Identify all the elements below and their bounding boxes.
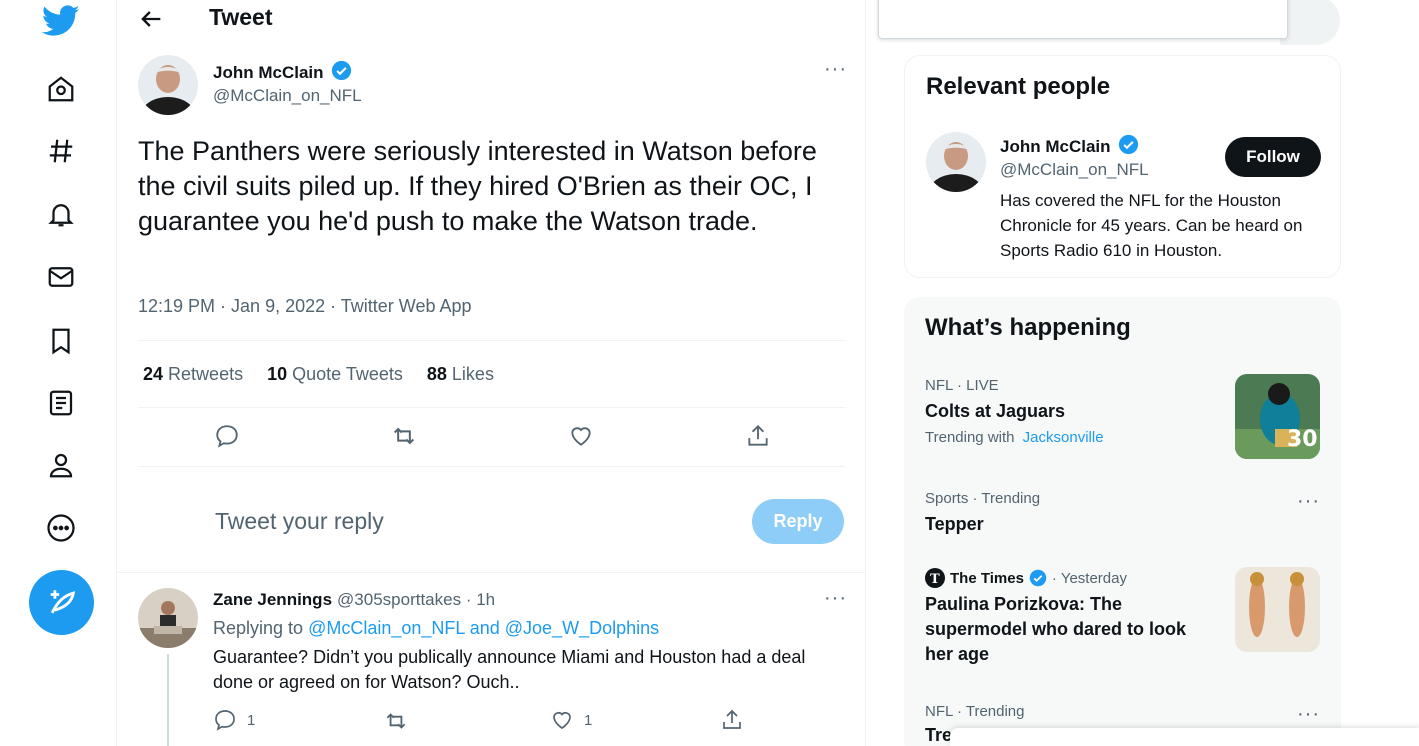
trend-item[interactable]: Sports · Trending Tepper bbox=[925, 490, 1040, 537]
reply-author-name[interactable]: Zane Jennings bbox=[213, 590, 332, 609]
retweets-stat[interactable]: 24 Retweets bbox=[143, 364, 243, 385]
reply-like-action[interactable]: 1 bbox=[550, 708, 592, 732]
like-heart-icon bbox=[550, 708, 574, 732]
trend-more-icon[interactable]: ··· bbox=[1297, 703, 1320, 726]
more-circle-icon[interactable] bbox=[40, 507, 82, 549]
replying-to-links[interactable]: @McClain_on_NFL and @Joe_W_Dolphins bbox=[308, 618, 659, 638]
profile-icon[interactable] bbox=[40, 444, 82, 486]
compose-tweet-button[interactable] bbox=[29, 570, 94, 635]
tweet-meta[interactable]: 12:19 PM · Jan 9, 2022 · Twitter Web App bbox=[138, 296, 472, 317]
like-heart-icon[interactable] bbox=[566, 421, 596, 451]
follow-button[interactable]: Follow bbox=[1225, 137, 1321, 177]
home-icon[interactable] bbox=[40, 68, 82, 110]
tweet-stats: 24 Retweets 10 Quote Tweets 88 Likes bbox=[143, 364, 494, 385]
divider bbox=[138, 340, 845, 341]
whats-happening-title: What’s happening bbox=[925, 314, 1131, 341]
trend-category: NFL · Trending bbox=[925, 703, 1025, 720]
divider bbox=[138, 407, 845, 408]
trend-category: Sports · Trending bbox=[925, 490, 1041, 507]
quotes-stat[interactable]: 10 Quote Tweets bbox=[267, 364, 403, 385]
verified-badge-icon bbox=[1118, 134, 1139, 155]
reply-text: Guarantee? Didn’t you publically announc… bbox=[213, 647, 806, 692]
trend-title: Colts at Jaguars bbox=[925, 401, 1066, 421]
relevant-people-title: Relevant people bbox=[926, 73, 1111, 100]
trend-more-icon[interactable]: ··· bbox=[1297, 490, 1320, 513]
trend-link[interactable]: Jacksonville bbox=[1023, 429, 1104, 446]
trend-time: · Yesterday bbox=[1051, 569, 1127, 587]
explore-hashtag-icon[interactable] bbox=[40, 130, 82, 172]
the-times-logo-icon: T bbox=[925, 568, 945, 588]
retweet-icon[interactable] bbox=[383, 708, 409, 734]
tweet-more-icon[interactable]: ··· bbox=[824, 58, 847, 81]
relevant-name[interactable]: John McClain bbox=[1000, 137, 1111, 156]
trend-thumbnail bbox=[1235, 567, 1320, 652]
verified-badge-icon bbox=[1029, 569, 1047, 587]
notifications-bell-icon[interactable] bbox=[40, 193, 82, 235]
author-handle[interactable]: @McClain_on_NFL bbox=[213, 86, 362, 106]
verified-badge-icon bbox=[331, 60, 352, 81]
reply-input[interactable]: Tweet your reply bbox=[215, 508, 384, 535]
reply-count: 1 bbox=[247, 711, 256, 729]
replying-to: Replying to @McClain_on_NFL and @Joe_W_D… bbox=[213, 618, 660, 638]
like-count: 1 bbox=[584, 711, 593, 729]
reply-icon bbox=[213, 708, 237, 732]
reply-icon[interactable] bbox=[212, 421, 242, 451]
twitter-logo-icon[interactable] bbox=[40, 0, 82, 42]
tweet-text: The Panthers were seriously interested i… bbox=[138, 136, 817, 236]
relevant-avatar[interactable] bbox=[926, 132, 986, 192]
trend-thumbnail: 30 bbox=[1235, 374, 1320, 459]
divider bbox=[138, 466, 845, 467]
back-arrow-icon[interactable] bbox=[137, 5, 165, 33]
share-icon[interactable] bbox=[743, 421, 773, 451]
likes-stat[interactable]: 88 Likes bbox=[427, 364, 494, 385]
search-dropdown[interactable] bbox=[878, 0, 1288, 39]
relevant-handle[interactable]: @McClain_on_NFL bbox=[1000, 160, 1149, 180]
reply-more-icon[interactable]: ··· bbox=[824, 587, 847, 610]
avatar[interactable] bbox=[138, 55, 198, 115]
whats-happening-card: What’s happening NFL · LIVE Colts at Jag… bbox=[904, 297, 1341, 746]
bookmarks-icon[interactable] bbox=[40, 320, 82, 362]
retweet-icon[interactable] bbox=[389, 421, 419, 451]
trend-source: The Times bbox=[950, 569, 1024, 587]
reply-button[interactable]: Reply bbox=[752, 499, 844, 544]
trend-subtitle: Trending with bbox=[925, 429, 1015, 446]
trend-item[interactable]: NFL · LIVE Colts at Jaguars Trending wit… bbox=[925, 377, 1104, 446]
messages-drawer[interactable] bbox=[950, 728, 1419, 746]
feather-plus-icon bbox=[45, 586, 79, 620]
main-column: Tweet John McClain @McClain_on_NFL ··· T… bbox=[116, 0, 866, 746]
share-icon[interactable] bbox=[720, 708, 744, 732]
search-pill bbox=[1280, 0, 1340, 45]
trend-title: Tepper bbox=[925, 514, 984, 534]
messages-envelope-icon[interactable] bbox=[40, 256, 82, 298]
trend-title: Paulina Porizkova: The supermodel who da… bbox=[925, 594, 1187, 664]
trend-item[interactable]: T The Times · Yesterday Paulina Porizkov… bbox=[925, 568, 1215, 667]
page-title: Tweet bbox=[209, 4, 273, 30]
reply-author-handle[interactable]: @305sporttakes · 1h bbox=[337, 590, 495, 609]
reply-reply-action[interactable]: 1 bbox=[213, 708, 255, 732]
trend-category: NFL · LIVE bbox=[925, 377, 999, 394]
svg-text:30: 30 bbox=[1287, 427, 1318, 452]
author-name[interactable]: John McClain bbox=[213, 63, 324, 82]
reply-header: Zane Jennings @305sporttakes · 1h bbox=[213, 589, 495, 610]
svg-text:T: T bbox=[930, 572, 940, 587]
relevant-people-card: Relevant people John McClain @McClain_on… bbox=[904, 55, 1341, 278]
thread-line bbox=[167, 654, 169, 746]
reply-avatar[interactable] bbox=[138, 588, 198, 648]
divider bbox=[117, 572, 865, 573]
relevant-bio: Has covered the NFL for the Houston Chro… bbox=[1000, 191, 1303, 260]
lists-icon[interactable] bbox=[40, 382, 82, 424]
